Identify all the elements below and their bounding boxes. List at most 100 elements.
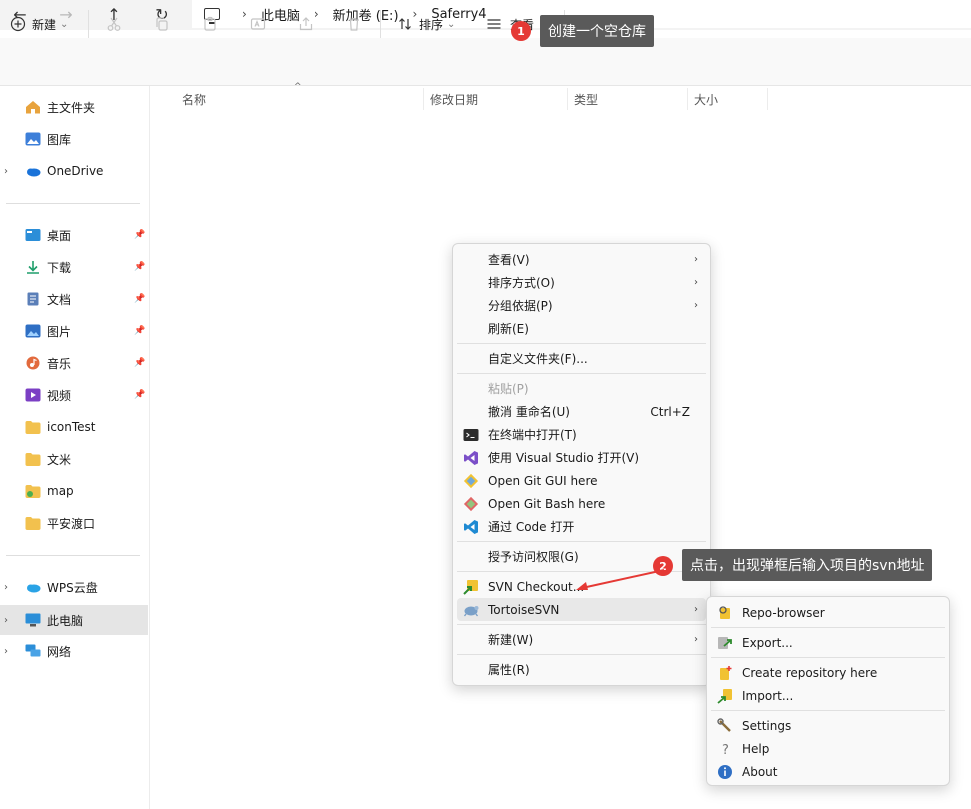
sidebar-item-map[interactable]: map <box>0 477 148 505</box>
menu-item-refresh[interactable]: 刷新(E) <box>457 317 706 340</box>
pin-icon: 📌 <box>134 358 146 368</box>
menu-item-undo-rename[interactable]: 撤消 重命名(U) Ctrl+Z <box>457 400 706 423</box>
chevron-right-icon[interactable]: › <box>4 582 8 593</box>
column-label: 修改日期 <box>430 92 479 107</box>
menu-item-git-gui[interactable]: Open Git GUI here <box>457 469 706 492</box>
menu-item-tortoisesvn[interactable]: TortoiseSVN › <box>457 598 706 621</box>
menu-separator <box>457 373 706 374</box>
terminal-icon <box>463 428 479 441</box>
toolbar-divider <box>380 10 381 38</box>
sidebar-item-wenmi[interactable]: 文米 <box>0 445 148 473</box>
menu-item-label: 自定义文件夹(F)... <box>488 352 588 366</box>
sidebar-item-label: 此电脑 <box>47 613 84 628</box>
picture-icon <box>25 324 41 338</box>
menu-item-label: 在终端中打开(T) <box>488 428 577 442</box>
step-1-badge: 1 <box>511 21 531 41</box>
submenu-item-import[interactable]: Import... <box>711 684 945 707</box>
sort-arrows-icon <box>399 18 411 30</box>
folder-icon <box>25 517 41 530</box>
submenu-item-about[interactable]: About <box>711 760 945 783</box>
sidebar-item-label: 文档 <box>47 292 72 307</box>
menu-item-label: Import... <box>742 688 794 703</box>
chevron-right-icon[interactable]: › <box>4 615 8 626</box>
submenu-item-create-repository[interactable]: Create repository here <box>711 661 945 684</box>
sidebar-item-this-pc[interactable]: › 此电脑 <box>0 605 148 635</box>
svn-checkout-icon <box>463 579 478 595</box>
submenu-item-help[interactable]: ? Help <box>711 737 945 760</box>
svg-text:?: ? <box>722 743 729 757</box>
submenu-item-repo-browser[interactable]: Repo-browser <box>711 601 945 624</box>
plus-circle-icon <box>10 16 26 32</box>
menu-item-label: 使用 Visual Studio 打开(V) <box>488 451 640 465</box>
wrench-icon <box>717 717 731 732</box>
menu-item-properties[interactable]: 属性(R) <box>457 658 706 681</box>
submenu-item-export[interactable]: Export... <box>711 631 945 654</box>
submenu-item-settings[interactable]: Settings <box>711 714 945 737</box>
chevron-right-icon: › <box>694 634 698 645</box>
breadcrumb-this-pc[interactable]: 此电脑 <box>261 5 300 24</box>
menu-item-git-bash[interactable]: Open Git Bash here <box>457 492 706 515</box>
menu-item-view[interactable]: 查看(V) › <box>457 248 706 271</box>
sidebar-item-documents[interactable]: 文档 📌 <box>0 285 148 313</box>
menu-item-open-visual-studio[interactable]: 使用 Visual Studio 打开(V) <box>457 446 706 469</box>
sidebar-item-label: 音乐 <box>47 356 72 371</box>
music-icon <box>26 356 40 370</box>
menu-item-open-code[interactable]: 通过 Code 打开 <box>457 515 706 538</box>
menu-item-label: Export... <box>742 635 793 650</box>
home-icon <box>26 101 40 114</box>
menu-item-sort-by[interactable]: 排序方式(O) › <box>457 271 706 294</box>
menu-item-paste[interactable]: 粘贴(P) <box>457 377 706 400</box>
menu-item-open-terminal[interactable]: 在终端中打开(T) <box>457 423 706 446</box>
menu-separator <box>457 343 706 344</box>
sidebar-item-desktop[interactable]: 桌面 📌 <box>0 221 148 249</box>
sidebar-item-label: WPS云盘 <box>47 580 98 595</box>
rename-button[interactable] <box>250 10 266 38</box>
pin-icon: 📌 <box>134 230 146 240</box>
sidebar-item-label: 文米 <box>47 452 72 467</box>
sidebar-item-onedrive[interactable]: › OneDrive <box>0 157 148 185</box>
menu-item-customize-folder[interactable]: 自定义文件夹(F)... <box>457 347 706 370</box>
sidebar-item-music[interactable]: 音乐 📌 <box>0 349 148 377</box>
menu-item-group-by[interactable]: 分组依据(P) › <box>457 294 706 317</box>
sidebar-item-gallery[interactable]: 图库 <box>0 125 148 153</box>
menu-item-new[interactable]: 新建(W) › <box>457 628 706 651</box>
sidebar-item-downloads[interactable]: 下载 📌 <box>0 253 148 281</box>
paste-button[interactable] <box>202 10 218 38</box>
delete-button[interactable] <box>346 10 362 38</box>
sidebar-divider <box>6 555 140 556</box>
column-header-modified[interactable]: 修改日期 <box>424 88 568 110</box>
export-icon <box>718 636 732 649</box>
menu-item-label: 通过 Code 打开 <box>488 520 575 534</box>
copy-button[interactable] <box>154 10 170 38</box>
trash-icon <box>349 17 359 31</box>
sidebar-item-icontest[interactable]: iconTest <box>0 413 148 441</box>
breadcrumb-separator: › <box>242 7 247 21</box>
menu-separator <box>711 710 945 711</box>
menu-item-label: Create repository here <box>742 665 878 680</box>
chevron-right-icon: › <box>694 300 698 311</box>
sidebar-item-home[interactable]: 主文件夹 <box>0 93 148 121</box>
tooltip-text: 点击，出现弹框后输入项目的svn地址 <box>690 558 925 574</box>
column-header-size[interactable]: 大小 <box>688 88 768 110</box>
chevron-right-icon[interactable]: › <box>4 646 8 657</box>
menu-item-label: Repo-browser <box>742 605 825 620</box>
new-button[interactable]: 新建 ⌄ <box>10 10 68 38</box>
git-bash-icon <box>463 496 479 511</box>
chevron-right-icon: › <box>694 277 698 288</box>
cut-button[interactable] <box>106 10 122 38</box>
share-button[interactable] <box>298 10 314 38</box>
menu-item-label: Open Git Bash here <box>488 496 606 511</box>
breadcrumb-drive-e[interactable]: 新加卷 (E:) <box>333 5 399 24</box>
sidebar-item-pictures[interactable]: 图片 📌 <box>0 317 148 345</box>
sort-button[interactable]: 排序 ⌄ <box>397 10 455 38</box>
column-header-type[interactable]: 类型 <box>568 88 688 110</box>
sidebar-item-pingan[interactable]: 平安渡口 <box>0 509 148 537</box>
column-label: 大小 <box>694 92 719 107</box>
sidebar-item-network[interactable]: › 网络 <box>0 637 148 665</box>
sidebar-item-wps-cloud[interactable]: › WPS云盘 <box>0 573 148 601</box>
folder-icon <box>25 421 41 434</box>
sidebar-item-videos[interactable]: 视频 📌 <box>0 381 148 409</box>
menu-item-label: 排序方式(O) <box>488 276 555 290</box>
chevron-right-icon[interactable]: › <box>4 166 8 177</box>
new-button-label: 新建 <box>32 17 57 32</box>
